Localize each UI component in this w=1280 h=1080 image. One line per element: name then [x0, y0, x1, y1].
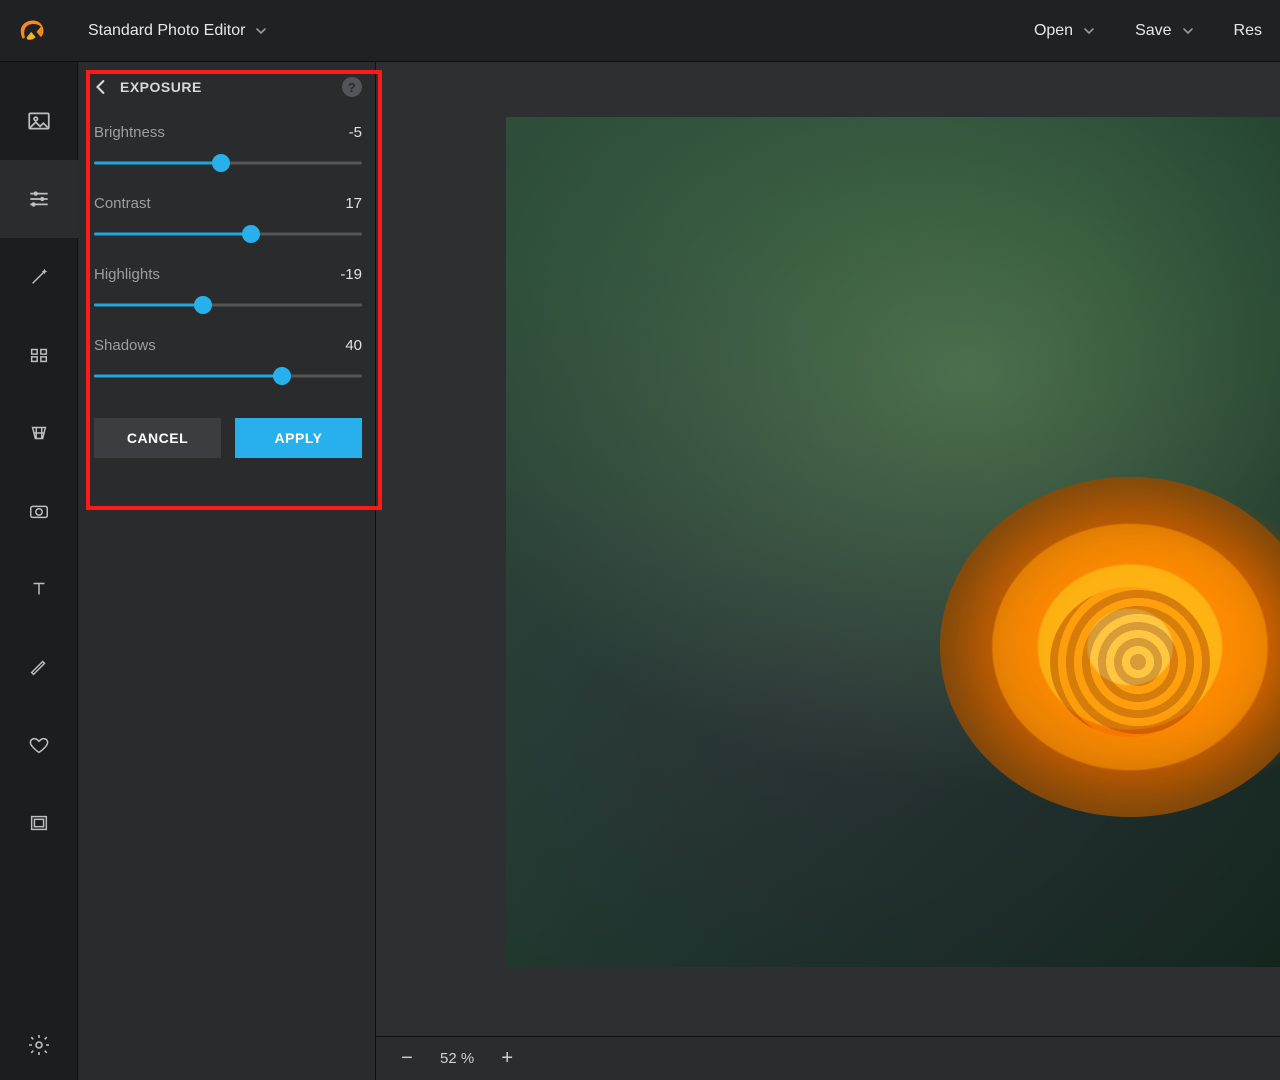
slider-thumb[interactable] [273, 367, 291, 385]
slider-row-shadows: Shadows 40 [88, 331, 368, 402]
brightness-slider[interactable] [94, 153, 362, 173]
slider-row-highlights: Highlights -19 [88, 260, 368, 331]
slider-value: 40 [345, 337, 362, 354]
slider-row-brightness: Brightness -5 [88, 118, 368, 189]
rail-settings-icon[interactable] [0, 1010, 78, 1080]
rail-text-icon[interactable] [0, 550, 78, 628]
topbar-right: Open Save Res [1034, 22, 1262, 40]
rail-image-icon[interactable] [0, 82, 78, 160]
slider-thumb[interactable] [194, 296, 212, 314]
side-panel: EXPOSURE ? Brightness -5 Contrast 17 Highlig… [78, 62, 376, 1080]
topbar: Standard Photo Editor Open Save Res [0, 0, 1280, 62]
zoom-bar: − 52 % + [376, 1036, 1280, 1080]
zoom-value: 52 % [440, 1050, 474, 1067]
slider-label: Shadows [94, 337, 156, 354]
open-menu[interactable]: Open [1034, 22, 1095, 40]
panel-header: EXPOSURE ? [88, 70, 368, 118]
chevron-down-icon [1083, 25, 1095, 37]
shadows-slider[interactable] [94, 366, 362, 386]
save-label: Save [1135, 22, 1171, 40]
rail-lens-icon[interactable] [0, 472, 78, 550]
tool-rail [0, 62, 78, 1080]
apply-button[interactable]: APPLY [235, 418, 362, 458]
cancel-button[interactable]: CANCEL [94, 418, 221, 458]
open-label: Open [1034, 22, 1073, 40]
rail-perspective-icon[interactable] [0, 394, 78, 472]
slider-label: Brightness [94, 124, 165, 141]
slider-thumb[interactable] [212, 154, 230, 172]
app-root: Standard Photo Editor Open Save Res [0, 0, 1280, 1080]
rail-wand-icon[interactable] [0, 238, 78, 316]
editor-mode-label: Standard Photo Editor [88, 22, 245, 40]
rail-adjust-icon[interactable] [0, 160, 78, 238]
slider-label: Highlights [94, 266, 160, 283]
slider-value: -5 [349, 124, 362, 141]
editor-mode-select[interactable]: Standard Photo Editor [88, 22, 267, 40]
rail-brush-icon[interactable] [0, 628, 78, 706]
reset-label: Res [1234, 22, 1262, 40]
exposure-panel: EXPOSURE ? Brightness -5 Contrast 17 Highlig… [88, 70, 368, 478]
slider-thumb[interactable] [242, 225, 260, 243]
chevron-down-icon [255, 25, 267, 37]
panel-title: EXPOSURE [120, 79, 202, 95]
back-button[interactable] [90, 76, 112, 98]
app-logo-icon [18, 16, 48, 46]
panel-actions: CANCEL APPLY [88, 402, 368, 458]
chevron-down-icon [1182, 25, 1194, 37]
help-icon[interactable]: ? [342, 77, 362, 97]
save-menu[interactable]: Save [1135, 22, 1193, 40]
rail-heart-icon[interactable] [0, 706, 78, 784]
slider-row-contrast: Contrast 17 [88, 189, 368, 260]
slider-value: -19 [340, 266, 362, 283]
zoom-in-button[interactable]: + [494, 1046, 520, 1072]
slider-value: 17 [345, 195, 362, 212]
slider-label: Contrast [94, 195, 151, 212]
preview-image [506, 117, 1280, 967]
rail-frame-icon[interactable] [0, 784, 78, 862]
zoom-out-button[interactable]: − [394, 1046, 420, 1072]
contrast-slider[interactable] [94, 224, 362, 244]
canvas-stage[interactable] [376, 62, 1280, 1080]
highlights-slider[interactable] [94, 295, 362, 315]
reset-button[interactable]: Res [1234, 22, 1262, 40]
rail-grid-icon[interactable] [0, 316, 78, 394]
